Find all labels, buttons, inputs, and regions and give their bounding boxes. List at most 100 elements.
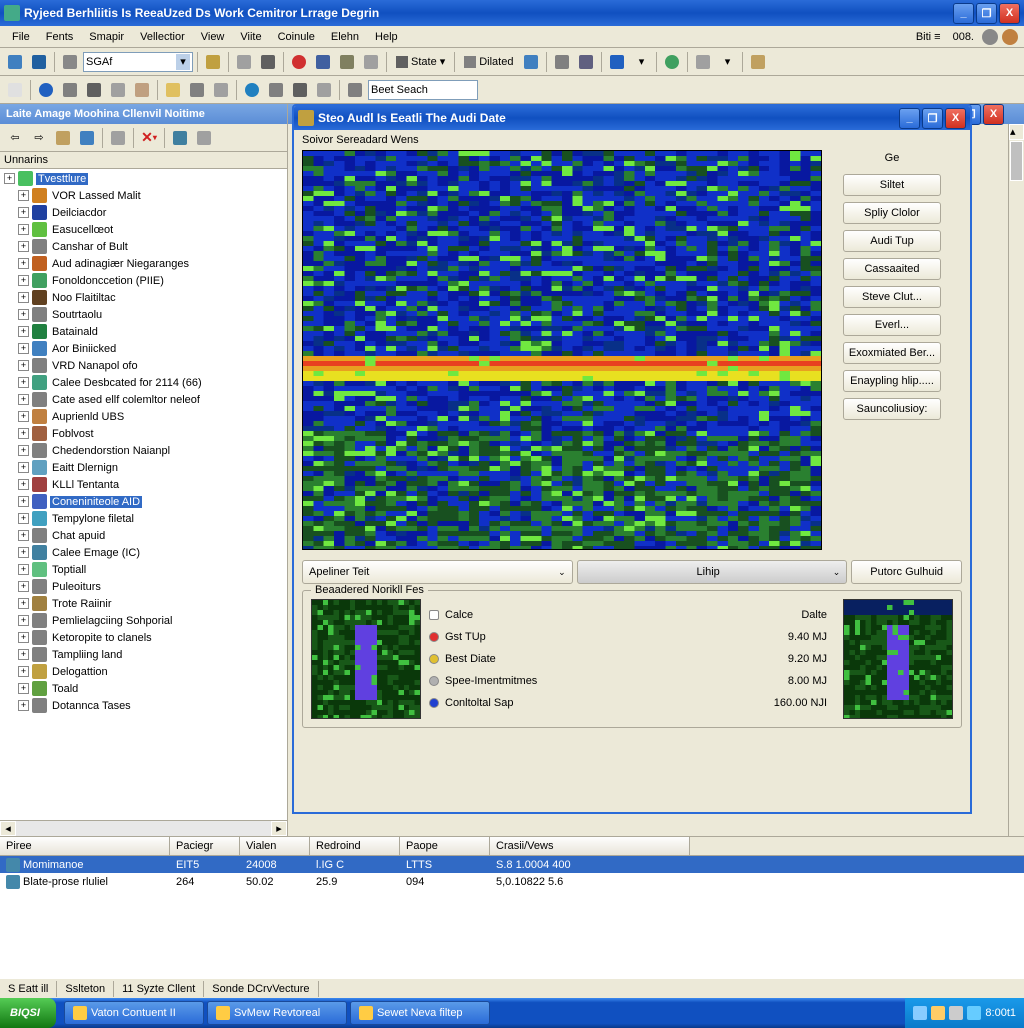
expand-icon[interactable]: +	[18, 292, 29, 303]
expand-icon[interactable]: +	[18, 343, 29, 354]
tree-item[interactable]: +Foblvost	[0, 425, 287, 442]
tool-grid-icon[interactable]	[257, 51, 279, 73]
tree-item[interactable]: +Canshar of Bult	[0, 238, 287, 255]
tree-item[interactable]: +Calee Desbcated for 2114 (66)	[0, 374, 287, 391]
tool-eraser-icon[interactable]	[360, 51, 382, 73]
expand-icon[interactable]: +	[18, 360, 29, 371]
search-box[interactable]	[368, 80, 478, 100]
action-button[interactable]: Siltet	[843, 174, 941, 196]
nav-back-icon[interactable]: ⇦	[4, 127, 26, 149]
tree-item[interactable]: +Aud adinagiær Niegaranges	[0, 255, 287, 272]
expand-icon[interactable]: +	[18, 513, 29, 524]
tree-item[interactable]: +Eaitt Dlernign	[0, 459, 287, 476]
action-button[interactable]: Exoxmiated Ber...	[843, 342, 941, 364]
nav-fwd-icon[interactable]: ⇨	[28, 127, 50, 149]
tree-item[interactable]: +Easucellœot	[0, 221, 287, 238]
expand-icon[interactable]: +	[18, 224, 29, 235]
tool-brush-icon[interactable]	[606, 51, 628, 73]
tool-layers-icon[interactable]	[575, 51, 597, 73]
tool-folder-icon[interactable]	[747, 51, 769, 73]
tool2-reload-icon[interactable]	[59, 79, 81, 101]
expand-icon[interactable]: +	[18, 190, 29, 201]
expand-icon[interactable]: +	[18, 649, 29, 660]
expand-icon[interactable]: +	[18, 683, 29, 694]
tree-item[interactable]: +Chedendorstion Naianpl	[0, 442, 287, 459]
tree-item[interactable]: +VRD Nanapol ofo	[0, 357, 287, 374]
table-row[interactable]: MomimanoeEIT524008l.IG CLTTSS.8 1.0004 4…	[0, 856, 1024, 873]
tree-item[interactable]: +Puleoiturs	[0, 578, 287, 595]
action-button[interactable]: Audi Tup	[843, 230, 941, 252]
nav-delete-icon[interactable]: ✕▾	[138, 127, 160, 149]
minimize-button[interactable]: _	[953, 3, 974, 24]
toolbar-combo-input[interactable]	[86, 56, 176, 68]
tree-item[interactable]: +Dotannca Tases	[0, 697, 287, 714]
tool-chart-icon[interactable]	[312, 51, 334, 73]
action-button[interactable]: Sauncoliusioy:	[843, 398, 941, 420]
table-header[interactable]: Crasii/Vews	[490, 837, 690, 855]
expand-icon[interactable]: +	[18, 207, 29, 218]
expand-icon[interactable]: +	[18, 462, 29, 473]
tree-item[interactable]: +Deilciacdor	[0, 204, 287, 221]
toolbar-combo-sgaf[interactable]: ▾	[83, 52, 193, 72]
tool-cut-icon[interactable]	[4, 51, 26, 73]
tree-item[interactable]: +VOR Lassed Malit	[0, 187, 287, 204]
menu-file[interactable]: File	[4, 29, 38, 45]
tray-icon-2[interactable]	[931, 1006, 945, 1020]
nav-up-icon[interactable]	[52, 127, 74, 149]
thumbnail-left[interactable]	[311, 599, 421, 719]
expand-icon[interactable]: +	[18, 326, 29, 337]
menu-coinule[interactable]: Coinule	[270, 29, 323, 45]
tray-icon-3[interactable]	[949, 1006, 963, 1020]
expand-icon[interactable]: +	[18, 547, 29, 558]
expand-icon[interactable]: +	[18, 258, 29, 269]
tool2-pointer-icon[interactable]	[107, 79, 129, 101]
nav-save-icon[interactable]	[169, 127, 191, 149]
expand-icon[interactable]: +	[18, 411, 29, 422]
tree-item[interactable]: +Tampliing land	[0, 646, 287, 663]
expand-icon[interactable]: +	[18, 700, 29, 711]
expand-icon[interactable]: +	[18, 496, 29, 507]
state-dropdown[interactable]: State▾	[391, 52, 450, 72]
tool-table-icon[interactable]	[520, 51, 542, 73]
tool-filter-icon[interactable]	[692, 51, 714, 73]
putorc-button[interactable]: Putorc Gulhuid	[851, 560, 962, 584]
maximize-button[interactable]: ❐	[976, 3, 997, 24]
tree-item[interactable]: +Pemlielagciing Sohporial	[0, 612, 287, 629]
inner-min-button[interactable]: _	[899, 108, 920, 129]
tree-item[interactable]: +Chat apuid	[0, 527, 287, 544]
tree-item[interactable]: +Noo Flaitiltac	[0, 289, 287, 306]
tool2-list-icon[interactable]	[186, 79, 208, 101]
menu-view[interactable]: View	[193, 29, 233, 45]
combo-apeliner[interactable]: Apeliner Teit⌄	[302, 560, 573, 584]
tree-item[interactable]: +Fonoldonccetion (PIIE)	[0, 272, 287, 289]
tool-dropdown-icon[interactable]: ▾	[630, 51, 652, 73]
close-button[interactable]: X	[999, 3, 1020, 24]
tool2-check-icon[interactable]	[313, 79, 335, 101]
tree-item[interactable]: +Delogattion	[0, 663, 287, 680]
tool-save-icon[interactable]	[28, 51, 50, 73]
menu-viite[interactable]: Viite	[232, 29, 269, 45]
nav-generic-icon[interactable]	[107, 127, 129, 149]
expand-icon[interactable]: +	[18, 598, 29, 609]
taskbar-button[interactable]: SvMew Revtoreal	[207, 1001, 347, 1025]
expand-icon[interactable]: +	[18, 530, 29, 541]
expand-icon[interactable]: +	[18, 377, 29, 388]
tool-more-icon[interactable]: ▾	[716, 51, 738, 73]
menu-help[interactable]: Help	[367, 29, 406, 45]
nav-refresh-icon[interactable]	[76, 127, 98, 149]
tool-wand-icon[interactable]	[202, 51, 224, 73]
action-button[interactable]: Steve Clut...	[843, 286, 941, 308]
tree-item[interactable]: +Cate ased ellf colemltor neleof	[0, 391, 287, 408]
tool2-world-icon[interactable]	[241, 79, 263, 101]
tree-item[interactable]: +Coneniniteole AID	[0, 493, 287, 510]
dilated-button[interactable]: Dilated	[459, 52, 518, 72]
action-button[interactable]: Cassaaited	[843, 258, 941, 280]
expand-icon[interactable]: +	[18, 666, 29, 677]
combo-lihip[interactable]: Lihip⌄	[577, 560, 848, 584]
tool2-search-icon[interactable]	[344, 79, 366, 101]
tree-item[interactable]: +Soutrtaolu	[0, 306, 287, 323]
tree-item[interactable]: +Ketoropite to clanels	[0, 629, 287, 646]
tree-item[interactable]: +Auprienld UBS	[0, 408, 287, 425]
tool-link-icon[interactable]	[551, 51, 573, 73]
expand-icon[interactable]: +	[18, 241, 29, 252]
